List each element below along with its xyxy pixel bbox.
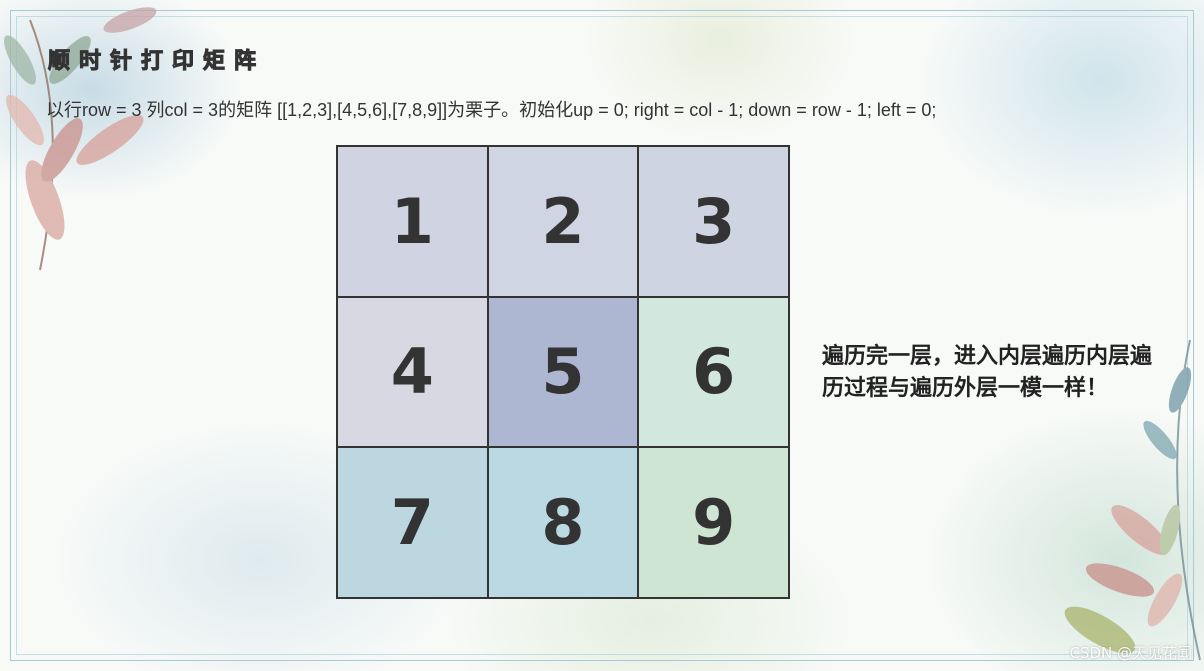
slide-subtitle: 以行row = 3 列col = 3的矩阵 [[1,2,3],[4,5,6],[… bbox=[46, 100, 937, 120]
title-char: 顺 bbox=[47, 49, 70, 75]
matrix-cell: 4 bbox=[337, 296, 488, 448]
matrix-cell: 7 bbox=[337, 447, 488, 598]
title-char: 阵 bbox=[233, 49, 256, 75]
title-char: 矩 bbox=[202, 49, 225, 75]
title-char: 针 bbox=[109, 49, 132, 75]
matrix-cell: 5 bbox=[487, 296, 639, 448]
explanation-note: 遍历完一层，进入内层遍历内层遍历过程与遍历外层一模一样！ bbox=[822, 343, 1153, 401]
slide-title: 顺 时 针 打 印 矩 阵 bbox=[46, 47, 258, 77]
matrix-cell: 2 bbox=[487, 146, 639, 297]
matrix-cell: 1 bbox=[337, 146, 488, 297]
matrix-cell: 3 bbox=[638, 146, 789, 297]
matrix-cell: 9 bbox=[638, 447, 789, 598]
title-char: 印 bbox=[171, 49, 194, 75]
matrix-grid: 1 2 3 4 5 6 7 8 9 bbox=[336, 145, 790, 599]
title-char: 时 bbox=[78, 49, 101, 75]
matrix-cell: 8 bbox=[487, 447, 639, 598]
leaf-decoration-top-left bbox=[3, 7, 157, 271]
matrix-cell: 6 bbox=[638, 296, 789, 448]
title-char: 打 bbox=[140, 49, 163, 75]
watermark: CSDN @天见花闻 bbox=[1069, 644, 1192, 662]
